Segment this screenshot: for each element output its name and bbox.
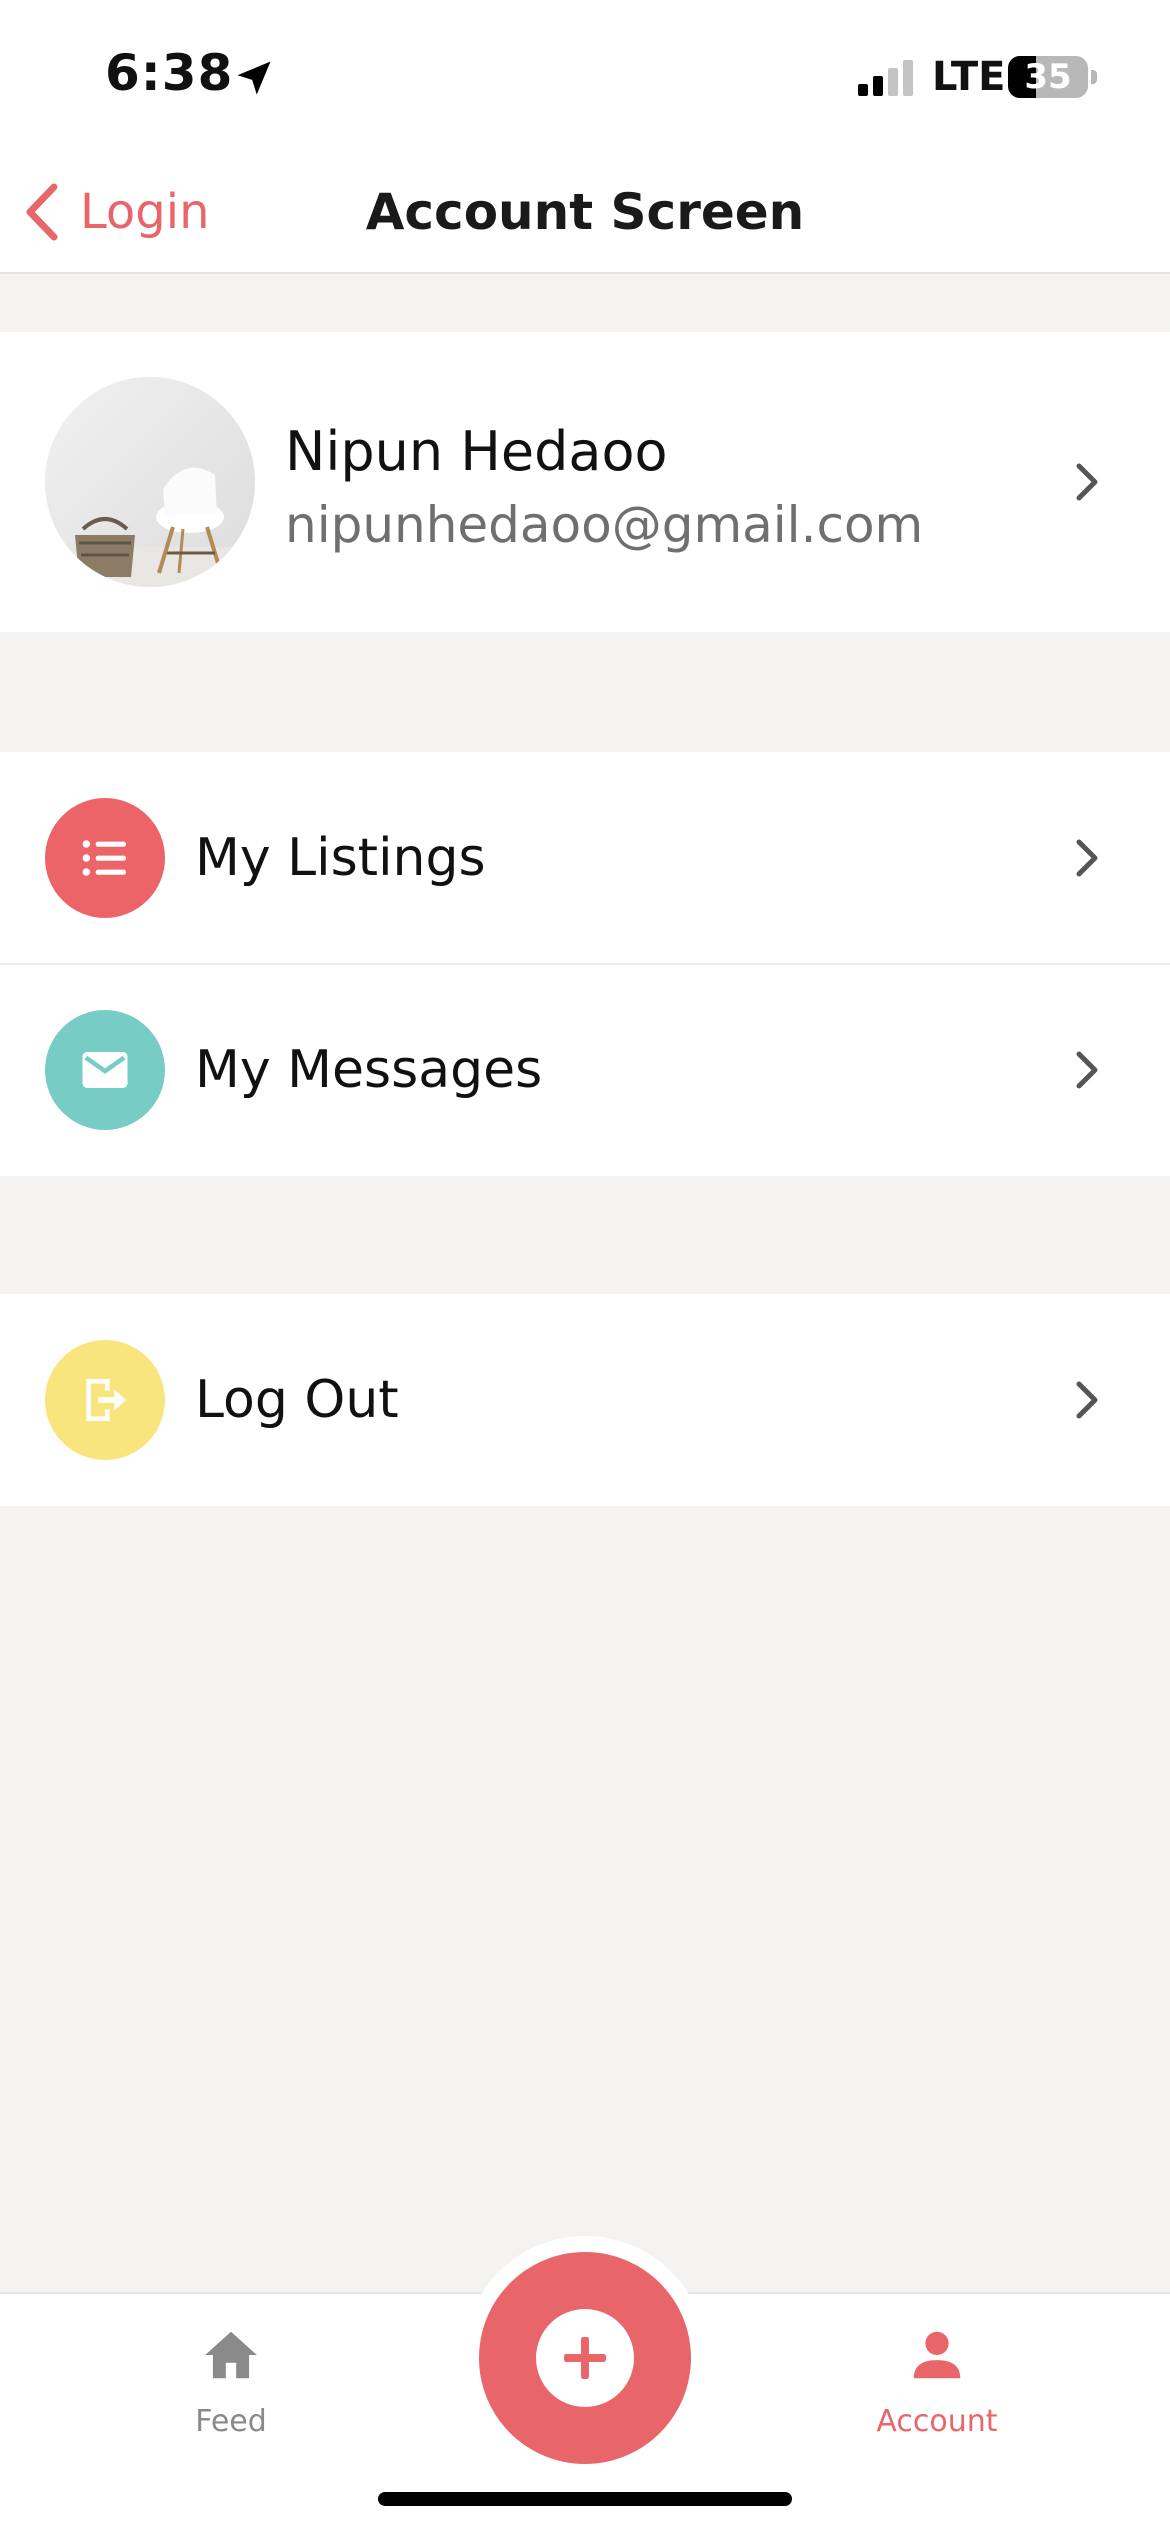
navigation-bar: Account Screen Login	[0, 150, 1170, 274]
battery-icon: 35	[1008, 56, 1088, 98]
home-icon	[205, 2331, 257, 2379]
menu-card: My Listings My Messages	[0, 752, 1170, 1176]
menu-item-my-listings[interactable]: My Listings	[0, 752, 1170, 965]
chevron-left-icon	[26, 183, 58, 241]
person-icon	[913, 2331, 961, 2379]
menu-item-label: My Messages	[195, 1040, 543, 1100]
tab-account-label: Account	[876, 2404, 998, 2439]
network-type: LTE	[932, 54, 1006, 100]
avatar-photo-icon	[45, 377, 255, 587]
status-bar: 6:38 LTE 35	[0, 0, 1170, 150]
chevron-right-icon	[1076, 1381, 1098, 1419]
chevron-right-icon	[1076, 463, 1098, 501]
menu-item-label: My Listings	[195, 828, 486, 888]
add-listing-button[interactable]	[479, 2252, 691, 2464]
chevron-right-icon	[1076, 1051, 1098, 1089]
tab-feed-label: Feed	[195, 2404, 267, 2439]
cellular-signal-icon	[858, 60, 913, 96]
plus-icon	[536, 2309, 634, 2407]
account-screen: 6:38 LTE 35 Account Screen Login Nipun H…	[0, 0, 1170, 2532]
status-time: 6:38	[105, 44, 234, 102]
profile-email: nipunhedaoo@gmail.com	[285, 496, 924, 554]
chevron-right-icon	[1076, 839, 1098, 877]
logout-row[interactable]: Log Out	[0, 1294, 1170, 1506]
list-icon	[45, 798, 165, 918]
logout-icon	[45, 1340, 165, 1460]
back-button-label: Login	[80, 184, 210, 240]
avatar	[45, 377, 255, 587]
tab-feed[interactable]: Feed	[131, 2324, 331, 2439]
battery-cap	[1091, 70, 1097, 84]
menu-item-my-messages[interactable]: My Messages	[0, 964, 1170, 1176]
profile-card[interactable]: Nipun Hedaoo nipunhedaoo@gmail.com	[0, 332, 1170, 632]
battery-level: 35	[1024, 57, 1072, 97]
tab-account[interactable]: Account	[837, 2324, 1037, 2439]
logout-label: Log Out	[195, 1370, 399, 1430]
profile-name: Nipun Hedaoo	[285, 420, 668, 483]
back-button[interactable]: Login	[20, 174, 210, 250]
mail-icon	[45, 1010, 165, 1130]
home-indicator	[378, 2492, 792, 2506]
location-arrow-icon	[237, 61, 271, 95]
